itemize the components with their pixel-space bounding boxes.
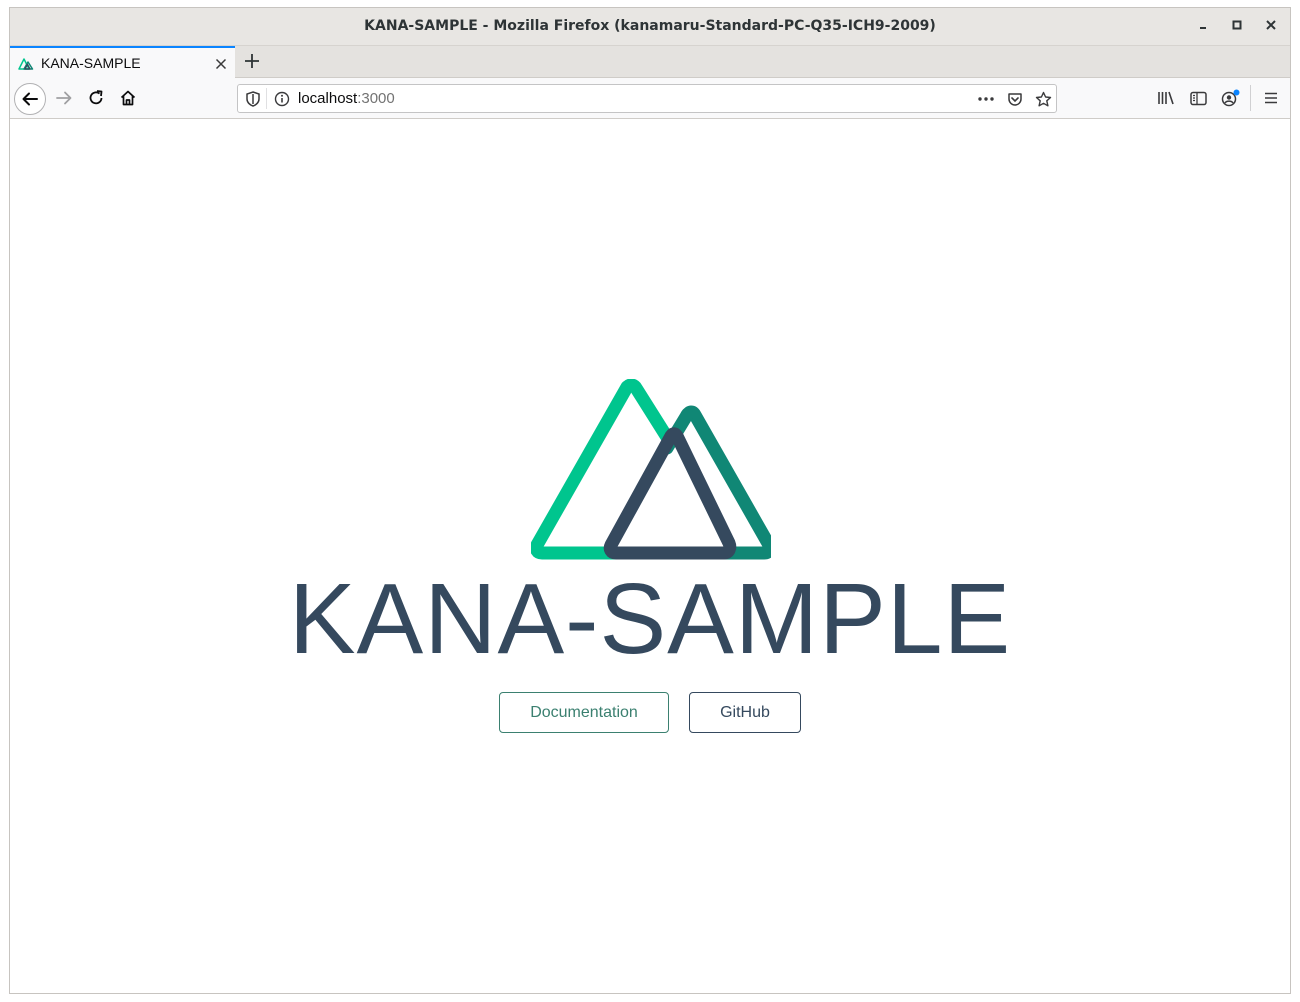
info-icon[interactable] <box>273 90 291 108</box>
minimize-icon <box>1200 27 1206 29</box>
url-separator <box>266 88 267 109</box>
menu-icon[interactable] <box>1261 89 1281 107</box>
nav-bar: localhost:3000 <box>10 78 1290 119</box>
library-icon[interactable] <box>1156 89 1176 107</box>
github-button[interactable]: GitHub <box>689 692 801 733</box>
browser-window: KANA-SAMPLE - Mozilla Firefox (kanamaru-… <box>9 7 1291 994</box>
reload-icon <box>89 90 103 105</box>
plus-icon <box>245 54 259 68</box>
tab-title: KANA-SAMPLE <box>41 55 141 71</box>
nuxt-logo-icon <box>531 379 771 560</box>
close-icon <box>215 58 227 70</box>
url-text[interactable]: localhost:3000 <box>298 90 395 107</box>
nuxt-favicon-icon <box>18 58 34 70</box>
pocket-icon[interactable] <box>1005 90 1025 108</box>
home-button[interactable] <box>113 83 143 113</box>
maximize-icon <box>1232 20 1242 30</box>
reload-button[interactable] <box>81 83 111 113</box>
forward-button[interactable] <box>49 83 79 113</box>
new-tab-button[interactable] <box>239 47 265 75</box>
back-button[interactable] <box>14 83 46 115</box>
page-content: KANA-SAMPLE Documentation GitHub <box>10 119 1290 993</box>
url-host: localhost <box>298 90 358 107</box>
title-bar: KANA-SAMPLE - Mozilla Firefox (kanamaru-… <box>10 8 1290 46</box>
minimize-button[interactable] <box>1193 17 1213 37</box>
close-window-button[interactable] <box>1261 17 1281 37</box>
tab-kana-sample[interactable]: KANA-SAMPLE <box>10 46 235 78</box>
back-icon <box>22 92 38 106</box>
page-title: KANA-SAMPLE <box>288 563 1012 675</box>
more-icon[interactable] <box>976 90 996 108</box>
tab-close-button[interactable] <box>215 53 227 74</box>
tab-bar: KANA-SAMPLE <box>10 46 1290 78</box>
window-title: KANA-SAMPLE - Mozilla Firefox (kanamaru-… <box>364 18 936 34</box>
close-icon <box>1266 20 1276 30</box>
account-icon[interactable] <box>1220 89 1240 107</box>
forward-icon <box>56 91 72 105</box>
url-bar[interactable]: localhost:3000 <box>237 84 1057 113</box>
url-port: :3000 <box>357 90 395 107</box>
home-icon <box>120 90 136 106</box>
shield-icon[interactable] <box>244 90 262 108</box>
maximize-button[interactable] <box>1227 17 1247 37</box>
documentation-button[interactable]: Documentation <box>499 692 669 733</box>
sidebar-icon[interactable] <box>1188 89 1208 107</box>
bookmark-star-icon[interactable] <box>1033 90 1053 108</box>
toolbar-separator <box>1250 85 1251 111</box>
